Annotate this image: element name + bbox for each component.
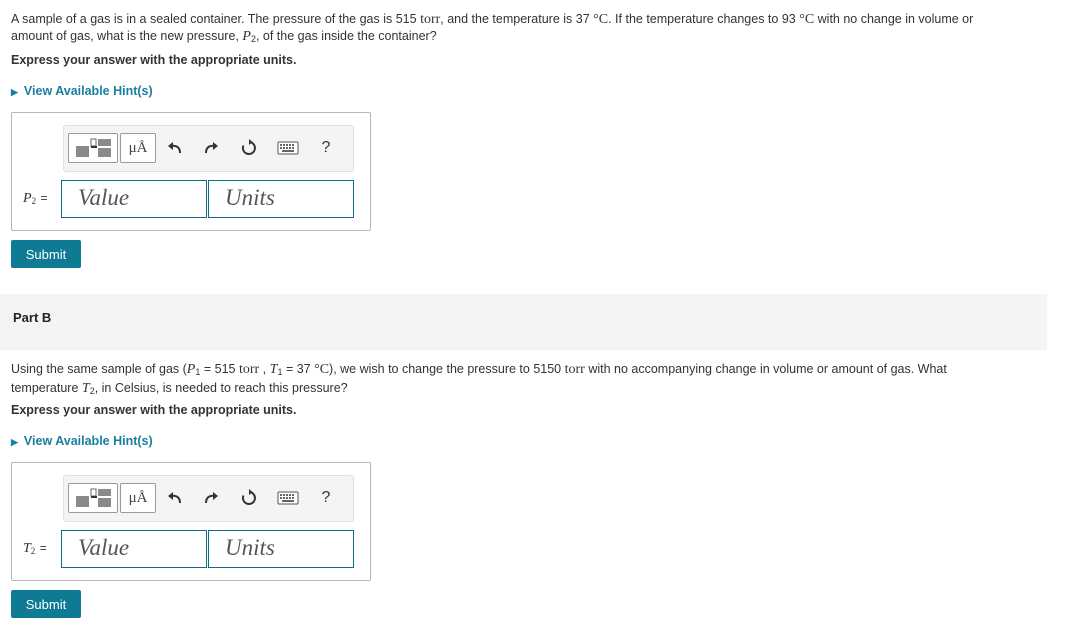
variable-p: P <box>242 29 251 44</box>
question-text: ), we wish to change the pressure to 515… <box>329 362 562 376</box>
question-text: A sample of a gas is in a sealed contain… <box>11 12 417 26</box>
reset-icon <box>241 139 256 155</box>
math-toolbar: μÅ ? <box>63 475 354 522</box>
undo-button[interactable] <box>165 488 185 508</box>
equals-sign: = <box>39 541 47 555</box>
question-text: , in Celsius, is needed to reach this pr… <box>94 381 348 395</box>
instruction-text: Express your answer with the appropriate… <box>11 403 297 417</box>
keyboard-icon <box>277 491 299 505</box>
help-button[interactable]: ? <box>316 487 336 509</box>
question-text: , and the temperature is 37 <box>440 12 590 26</box>
templates-button[interactable] <box>68 483 118 513</box>
unit-torr: torr <box>420 12 441 27</box>
question-text: , of the gas inside the container? <box>255 29 437 43</box>
redo-icon <box>205 142 218 154</box>
part-b-question: Using the same sample of gas (P1 = 515 t… <box>11 361 1061 399</box>
value-input[interactable]: Value <box>61 530 207 568</box>
question-text: . If the temperature changes to 93 <box>608 12 796 26</box>
reset-button[interactable] <box>238 487 260 509</box>
answer-label: T2 = <box>23 539 47 557</box>
equals-sign: = <box>40 191 48 205</box>
variable-t: T <box>81 381 90 396</box>
variable-subscript: 1 <box>195 367 201 377</box>
expand-triangle-icon: ▶ <box>11 87 18 97</box>
units-input[interactable]: Units <box>208 530 354 568</box>
question-text: amount of gas, what is the new pressure, <box>11 29 239 43</box>
question-text: = 515 <box>203 362 236 376</box>
expand-triangle-icon: ▶ <box>11 437 18 447</box>
unit-torr: torr <box>238 362 260 377</box>
unit-torr: torr <box>564 362 585 377</box>
unit-celsius: °C <box>799 12 815 27</box>
reset-icon <box>241 489 256 505</box>
variable-subscript: 2 <box>31 196 37 206</box>
view-hints-link[interactable]: ▶ View Available Hint(s) <box>11 434 153 448</box>
question-text: with no accompanying change in volume or… <box>588 362 947 376</box>
help-button[interactable]: ? <box>316 137 336 159</box>
value-input[interactable]: Value <box>61 180 207 218</box>
keyboard-button[interactable] <box>276 489 300 507</box>
symbols-button[interactable]: μÅ <box>120 483 156 513</box>
undo-button[interactable] <box>165 138 185 158</box>
variable-subscript: 2 <box>30 546 36 556</box>
hint-label: View Available Hint(s) <box>23 434 153 448</box>
redo-button[interactable] <box>201 138 221 158</box>
question-text: temperature <box>11 381 79 395</box>
part-b-header: Part B <box>0 294 1047 350</box>
keyboard-icon <box>277 141 299 155</box>
instruction-text: Express your answer with the appropriate… <box>11 53 297 67</box>
redo-icon <box>205 492 218 504</box>
undo-icon <box>168 142 181 154</box>
reset-button[interactable] <box>238 137 260 159</box>
math-toolbar: μÅ ? <box>63 125 354 172</box>
templates-button[interactable] <box>68 133 118 163</box>
question-text: with no change in volume or <box>817 12 974 26</box>
hint-label: View Available Hint(s) <box>23 84 153 98</box>
answer-box-part-a: μÅ ? P2 = Value Units <box>11 112 371 231</box>
redo-button[interactable] <box>201 488 221 508</box>
view-hints-link[interactable]: ▶ View Available Hint(s) <box>11 84 153 98</box>
part-a-question: A sample of a gas is in a sealed contain… <box>11 11 1061 47</box>
part-b-title: Part B <box>13 310 52 325</box>
variable-p: P <box>23 191 32 206</box>
submit-button-part-a[interactable]: Submit <box>11 240 81 268</box>
answer-label: P2 = <box>23 189 48 207</box>
keyboard-button[interactable] <box>276 139 300 157</box>
question-text: , <box>262 362 267 376</box>
unit-celsius: °C <box>314 362 330 377</box>
question-text: Using the same sample of gas ( <box>11 362 187 376</box>
question-text: = 37 <box>285 362 311 376</box>
unit-celsius: °C <box>593 12 609 27</box>
units-input[interactable]: Units <box>208 180 354 218</box>
undo-icon <box>168 492 181 504</box>
submit-button-part-b[interactable]: Submit <box>11 590 81 618</box>
templates-icon <box>76 138 111 157</box>
symbols-button[interactable]: μÅ <box>120 133 156 163</box>
variable-subscript: 1 <box>277 367 283 377</box>
variable-t: T <box>23 541 31 556</box>
answer-box-part-b: μÅ ? T2 = Value Units <box>11 462 371 581</box>
templates-icon <box>76 488 111 507</box>
